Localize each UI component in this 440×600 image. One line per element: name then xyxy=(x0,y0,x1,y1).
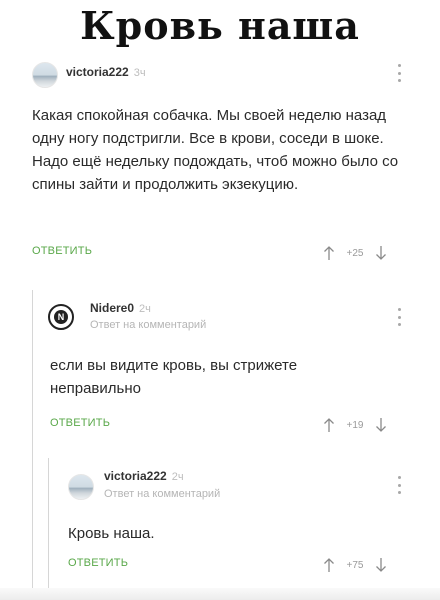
comment-username[interactable]: victoria222 2ч xyxy=(104,469,184,483)
arrow-up-icon[interactable] xyxy=(322,245,336,261)
comment-time: 2ч xyxy=(171,471,184,483)
comment-text: Какая спокойная собачка. Мы своей неделю… xyxy=(32,107,399,193)
avatar[interactable] xyxy=(32,62,58,88)
arrow-up-icon[interactable] xyxy=(322,417,336,433)
comment-text: если вы видите кровь, вы стрижете неправ… xyxy=(50,357,298,397)
comment-time: 3ч xyxy=(133,67,146,79)
more-vertical-icon[interactable] xyxy=(394,64,404,82)
vote-controls: +19 xyxy=(322,417,388,433)
avatar[interactable] xyxy=(68,474,94,500)
avatar[interactable]: N xyxy=(48,304,74,330)
comment-1: victoria222 3ч Какая спокойная собачка. М… xyxy=(0,56,440,266)
meme-title: Кровь наша xyxy=(80,3,360,48)
reply-button[interactable]: ОТВЕТИТЬ xyxy=(50,417,110,429)
reply-button[interactable]: ОТВЕТИТЬ xyxy=(32,245,92,257)
bottom-edge xyxy=(0,588,440,600)
arrow-down-icon[interactable] xyxy=(374,245,388,261)
vote-count: +19 xyxy=(346,419,364,431)
comment-3: victoria222 2ч Ответ на комментарий Кровь… xyxy=(0,462,440,588)
arrow-up-icon[interactable] xyxy=(322,557,336,573)
reply-to-link[interactable]: Ответ на комментарий xyxy=(104,488,220,500)
vote-count: +25 xyxy=(346,247,364,259)
comment-2: N Nidere0 2ч Ответ на комментарий если вы… xyxy=(0,296,440,446)
reply-button[interactable]: ОТВЕТИТЬ xyxy=(68,557,128,569)
arrow-down-icon[interactable] xyxy=(374,557,388,573)
comment-text: Кровь наша. xyxy=(68,525,155,542)
vote-controls: +25 xyxy=(322,245,388,261)
reply-to-link[interactable]: Ответ на комментарий xyxy=(90,319,206,331)
more-vertical-icon[interactable] xyxy=(394,308,404,326)
comment-time: 2ч xyxy=(139,303,151,315)
comment-username[interactable]: Nidere0 2ч xyxy=(90,301,151,315)
avatar-letter: N xyxy=(54,310,68,324)
comment-username[interactable]: victoria222 3ч xyxy=(66,65,146,79)
more-vertical-icon[interactable] xyxy=(394,476,404,494)
vote-controls: +75 xyxy=(322,557,388,573)
vote-count: +75 xyxy=(346,559,364,571)
arrow-down-icon[interactable] xyxy=(374,417,388,433)
